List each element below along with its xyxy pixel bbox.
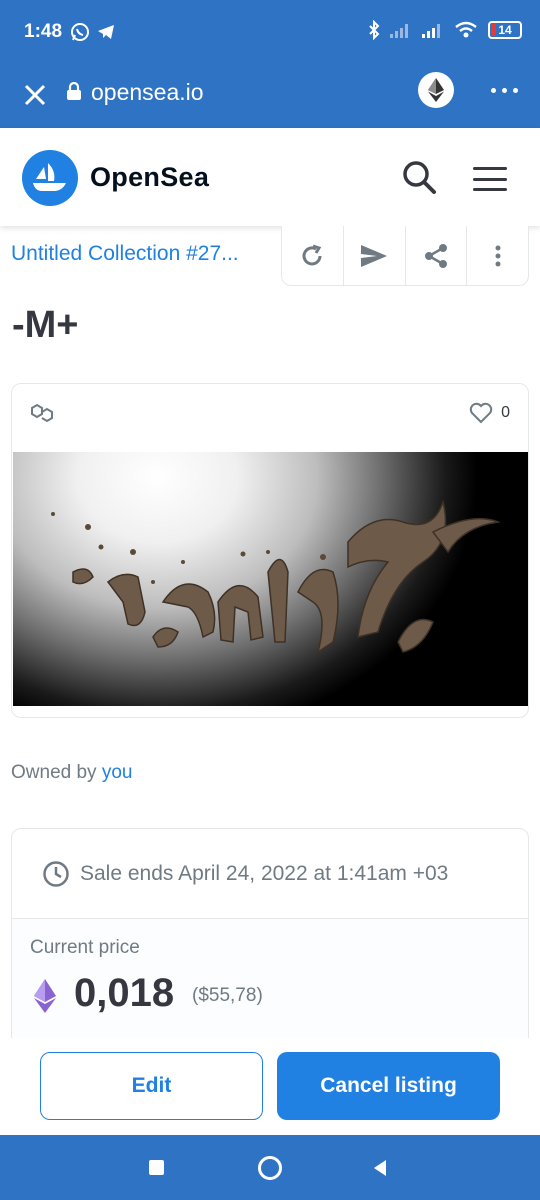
refresh-button[interactable]: [282, 226, 344, 285]
lock-icon: [67, 81, 81, 100]
price-card: Sale ends April 24, 2022 at 1:41am +03 C…: [11, 828, 529, 1068]
wifi-icon: [455, 21, 477, 38]
owner-link[interactable]: you: [102, 762, 133, 783]
polygon-icon: [31, 403, 53, 423]
favorite-count: 0: [501, 404, 510, 421]
clock-icon: [43, 860, 69, 887]
system-status: 14: [368, 20, 522, 40]
notification-icons: [70, 22, 116, 42]
back-icon[interactable]: [372, 1159, 388, 1177]
item-actions: [281, 226, 529, 286]
refresh-icon: [302, 244, 322, 265]
home-button[interactable]: [258, 1156, 282, 1180]
site-header: OpenSea: [0, 128, 540, 226]
opensea-logo-icon[interactable]: [22, 150, 78, 206]
cancel-listing-button[interactable]: Cancel listing: [277, 1052, 500, 1120]
heart-icon: [469, 402, 493, 424]
price-value: 0,018: [74, 971, 175, 1015]
browser-menu-button[interactable]: [491, 88, 518, 93]
whatsapp-icon: [71, 23, 89, 41]
share-button[interactable]: [406, 226, 468, 285]
browser-url-bar: opensea.io: [0, 64, 540, 128]
wallet-network-button[interactable]: [418, 72, 454, 108]
signal-icon: [422, 24, 440, 38]
nft-image-card: 0: [11, 383, 529, 718]
close-icon: [24, 84, 46, 106]
more-vertical-icon: [495, 245, 501, 266]
price-usd: ($55,78): [192, 985, 263, 1006]
sale-end-row: Sale ends April 24, 2022 at 1:41am +03: [12, 829, 528, 919]
status-bar: 1:48 14: [0, 0, 540, 64]
ethereum-icon: [428, 78, 444, 102]
owned-by: Owned by you: [11, 762, 133, 783]
nft-artwork[interactable]: [13, 452, 528, 706]
telegram-icon: [98, 25, 114, 39]
close-tab-button[interactable]: [20, 80, 50, 110]
url-text[interactable]: opensea.io: [91, 79, 204, 106]
recents-button[interactable]: [149, 1160, 164, 1175]
site-name[interactable]: OpenSea: [90, 162, 209, 193]
send-icon: [361, 244, 388, 267]
android-nav-bar: [0, 1135, 540, 1200]
hamburger-menu-icon[interactable]: [470, 164, 510, 194]
ethereum-icon: [34, 979, 56, 1013]
edit-button[interactable]: Edit: [40, 1052, 263, 1120]
transfer-button[interactable]: [344, 226, 406, 285]
bluetooth-icon: [369, 20, 380, 40]
current-price-label: Current price: [30, 937, 140, 958]
more-options-button[interactable]: [467, 226, 528, 285]
search-icon: [403, 161, 436, 194]
search-button[interactable]: [400, 158, 440, 198]
signal-weak-icon: [390, 24, 408, 38]
share-icon: [424, 243, 447, 268]
favorite-button[interactable]: 0: [469, 402, 510, 424]
battery-icon: 14: [488, 21, 522, 39]
sale-end-text: Sale ends April 24, 2022 at 1:41am +03: [80, 861, 449, 885]
item-title: -M+: [12, 304, 79, 346]
bottom-action-bar: Edit Cancel listing: [0, 1038, 540, 1135]
collection-link[interactable]: Untitled Collection #27...: [11, 242, 276, 266]
status-time: 1:48: [24, 21, 63, 42]
